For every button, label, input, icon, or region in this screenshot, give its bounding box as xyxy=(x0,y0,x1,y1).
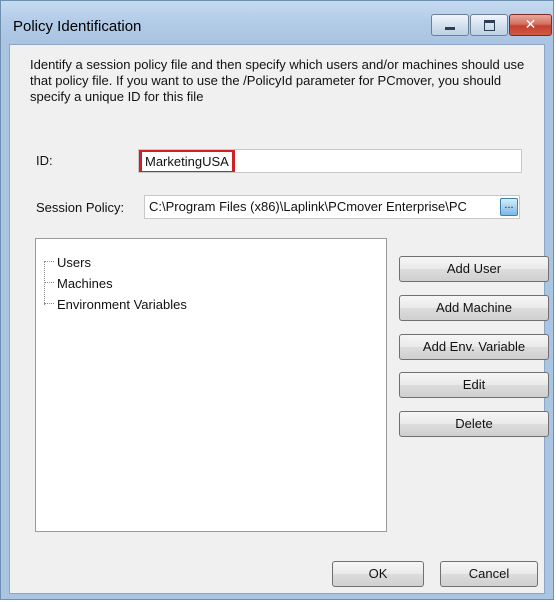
add-env-variable-button[interactable]: Add Env. Variable xyxy=(399,334,549,360)
ok-button[interactable]: OK xyxy=(332,561,424,587)
id-field[interactable]: MarketingUSA xyxy=(138,149,522,173)
add-user-button[interactable]: Add User xyxy=(399,256,549,282)
minimize-icon xyxy=(445,26,455,30)
session-policy-field[interactable]: C:\Program Files (x86)\Laplink\PCmover E… xyxy=(144,195,520,219)
add-machine-button[interactable]: Add Machine xyxy=(399,295,549,321)
tree-item-machines[interactable]: Machines xyxy=(44,274,113,292)
policy-identification-window: Policy Identification ✕ Identify a sessi… xyxy=(0,0,554,600)
id-label: ID: xyxy=(36,153,53,168)
tree-branch xyxy=(44,261,54,263)
title-bar[interactable]: Policy Identification ✕ xyxy=(1,1,553,44)
policy-tree[interactable]: Users Machines Environment Variables xyxy=(35,238,387,532)
tree-item-environment-variables[interactable]: Environment Variables xyxy=(44,295,187,313)
minimize-button[interactable] xyxy=(431,14,469,36)
tree-item-label: Machines xyxy=(57,275,113,291)
session-policy-label: Session Policy: xyxy=(36,200,125,215)
maximize-button[interactable] xyxy=(470,14,508,36)
delete-button[interactable]: Delete xyxy=(399,411,549,437)
edit-button[interactable]: Edit xyxy=(399,372,549,398)
close-button[interactable]: ✕ xyxy=(509,14,552,36)
maximize-icon xyxy=(483,19,495,31)
session-policy-value: C:\Program Files (x86)\Laplink\PCmover E… xyxy=(149,199,467,214)
close-icon: ✕ xyxy=(524,17,537,33)
tree-item-users[interactable]: Users xyxy=(44,253,91,271)
id-value: MarketingUSA xyxy=(139,150,235,172)
tree-item-label: Environment Variables xyxy=(57,296,187,312)
browse-button[interactable]: ... xyxy=(500,198,518,216)
description-text: Identify a session policy file and then … xyxy=(30,57,525,104)
tree-branch xyxy=(44,303,54,305)
tree-item-label: Users xyxy=(57,254,91,270)
dialog-body: Identify a session policy file and then … xyxy=(9,44,549,594)
tree-branch xyxy=(44,282,54,284)
window-title: Policy Identification xyxy=(13,18,142,35)
cancel-button[interactable]: Cancel xyxy=(440,561,538,587)
